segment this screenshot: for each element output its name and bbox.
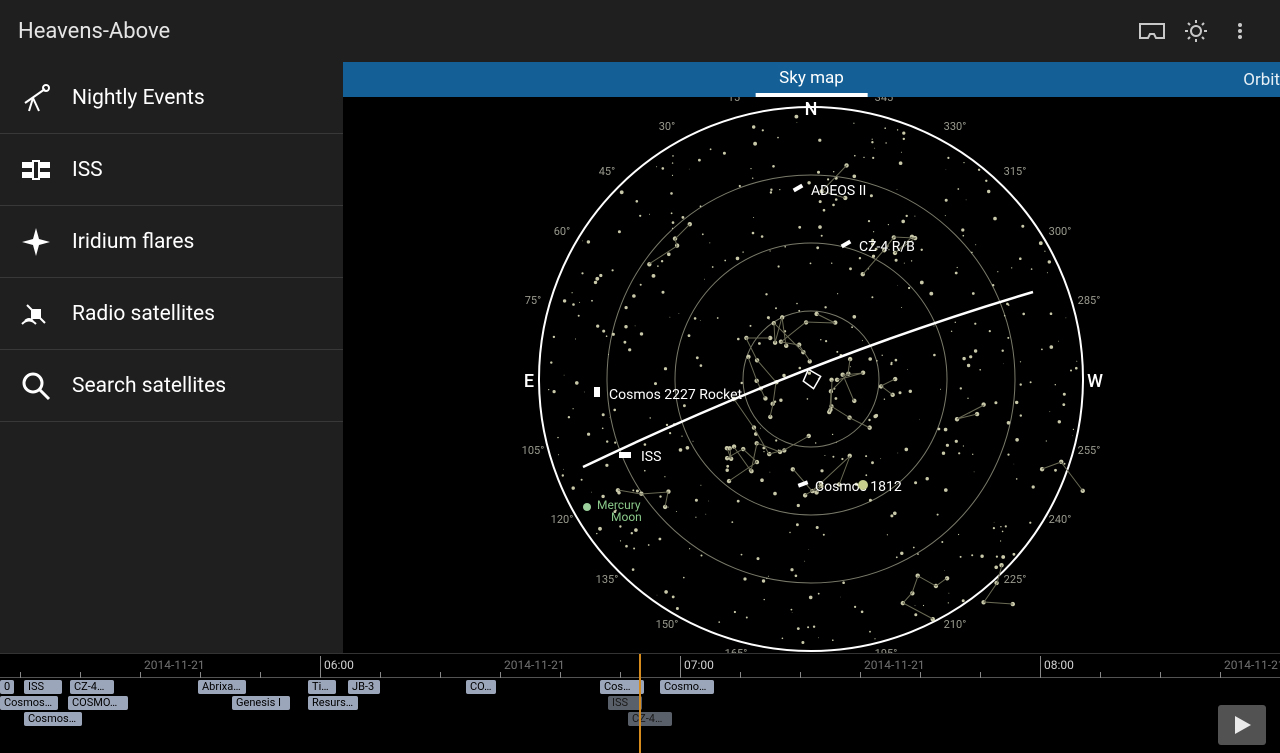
svg-text:75°: 75°	[525, 294, 541, 307]
nav-radio-satellites[interactable]: Radio satellites	[0, 278, 343, 350]
svg-text:330°: 330°	[944, 120, 967, 133]
pass-chip[interactable]: Cosmos…	[24, 712, 82, 726]
overflow-menu-icon[interactable]	[1218, 9, 1262, 53]
svg-text:255°: 255°	[1078, 444, 1101, 457]
svg-text:N: N	[805, 99, 818, 120]
svg-text:345°: 345°	[875, 97, 898, 104]
timeline-date-label: 2014-11-21	[144, 658, 205, 672]
svg-text:135°: 135°	[596, 573, 619, 586]
pass-chip[interactable]: ISS	[608, 696, 642, 710]
svg-text:CZ-4 R/B: CZ-4 R/B	[859, 239, 915, 255]
nav-search-satellites[interactable]: Search satellites	[0, 350, 343, 422]
timeline[interactable]: 2014-11-21 06:00 2014-11-21 07:00 2014-11-21…	[0, 653, 1280, 753]
svg-text:Cosmos 2227 Rocket: Cosmos 2227 Rocket	[609, 387, 743, 403]
pass-chip[interactable]: Cosmos…	[660, 680, 714, 694]
svg-text:300°: 300°	[1049, 225, 1072, 238]
app-bar: Heavens-Above	[0, 0, 1280, 62]
nav-label: ISS	[72, 158, 103, 182]
pass-chip[interactable]: CO…	[466, 680, 496, 694]
play-button[interactable]	[1218, 705, 1266, 745]
pass-chip[interactable]: Cosm…	[600, 680, 644, 694]
svg-text:15°: 15°	[728, 97, 744, 104]
timeline-date-label: 2014-11-21	[504, 658, 565, 672]
nav-label: Search satellites	[72, 374, 226, 398]
flare-icon	[18, 224, 54, 260]
app-title: Heavens-Above	[18, 19, 170, 44]
pass-chip[interactable]: Ti…	[308, 680, 336, 694]
brightness-icon[interactable]	[1174, 9, 1218, 53]
pass-chip[interactable]: Resurs…	[308, 696, 358, 710]
pass-chip[interactable]: Cosmos 1…	[0, 696, 58, 710]
tab-orbit[interactable]: Orbit	[1243, 70, 1280, 90]
timeline-date-label: 2014-11-21	[864, 658, 925, 672]
nav-label: Nightly Events	[72, 86, 205, 110]
pass-chip[interactable]: CZ-4…	[628, 712, 672, 726]
nav-iridium-flares[interactable]: Iridium flares	[0, 206, 343, 278]
svg-text:285°: 285°	[1078, 294, 1101, 307]
svg-text:30°: 30°	[659, 120, 675, 133]
timeline-hour-label: 08:00	[1044, 658, 1074, 672]
pass-chip[interactable]: Genesis I	[232, 696, 290, 710]
tab-label: Orbit	[1243, 70, 1280, 90]
cardboard-icon[interactable]	[1130, 9, 1174, 53]
svg-text:105°: 105°	[522, 444, 545, 457]
content-pane: Sky map Orbit N S E W 15°30°45°60°75°105…	[343, 62, 1280, 653]
svg-text:ISS: ISS	[641, 449, 661, 465]
timeline-cursor[interactable]	[639, 654, 641, 753]
iss-icon	[18, 152, 54, 188]
tab-sky-map[interactable]: Sky map	[755, 62, 868, 97]
telescope-icon	[18, 80, 54, 116]
svg-text:315°: 315°	[1004, 165, 1027, 178]
svg-text:225°: 225°	[1004, 573, 1027, 586]
search-icon	[18, 368, 54, 404]
timeline-date-label: 2014-11-21	[1224, 658, 1280, 672]
nav-iss[interactable]: ISS	[0, 134, 343, 206]
nav-label: Radio satellites	[72, 302, 215, 326]
svg-text:ADEOS II: ADEOS II	[811, 183, 866, 199]
sky-map[interactable]: N S E W 15°30°45°60°75°105°120°135°150°1…	[343, 97, 1280, 653]
tab-bar: Sky map Orbit	[343, 62, 1280, 97]
radio-sat-icon	[18, 296, 54, 332]
svg-text:210°: 210°	[944, 618, 967, 631]
pass-chip[interactable]: Abrixa…	[198, 680, 246, 694]
svg-text:60°: 60°	[554, 225, 570, 238]
timeline-hour-label: 07:00	[684, 658, 714, 672]
nav-nightly-events[interactable]: Nightly Events	[0, 62, 343, 134]
svg-text:Moon: Moon	[611, 510, 642, 524]
pass-chip[interactable]: 0	[0, 680, 14, 694]
pass-chip[interactable]: JB-3	[348, 680, 380, 694]
svg-text:240°: 240°	[1049, 513, 1072, 526]
nav-label: Iridium flares	[72, 230, 194, 254]
svg-text:E: E	[524, 371, 534, 392]
sidebar: Nightly Events ISS Iridium flares Radio …	[0, 62, 343, 653]
pass-chip[interactable]: ISS	[24, 680, 62, 694]
svg-text:W: W	[1087, 371, 1103, 392]
pass-chip[interactable]: COSMO…	[68, 696, 128, 710]
pass-chip[interactable]: CZ-4…	[70, 680, 114, 694]
svg-text:120°: 120°	[551, 513, 574, 526]
timeline-hour-label: 06:00	[324, 658, 354, 672]
svg-text:45°: 45°	[599, 165, 615, 178]
tab-label: Sky map	[779, 63, 844, 93]
svg-text:150°: 150°	[656, 618, 679, 631]
